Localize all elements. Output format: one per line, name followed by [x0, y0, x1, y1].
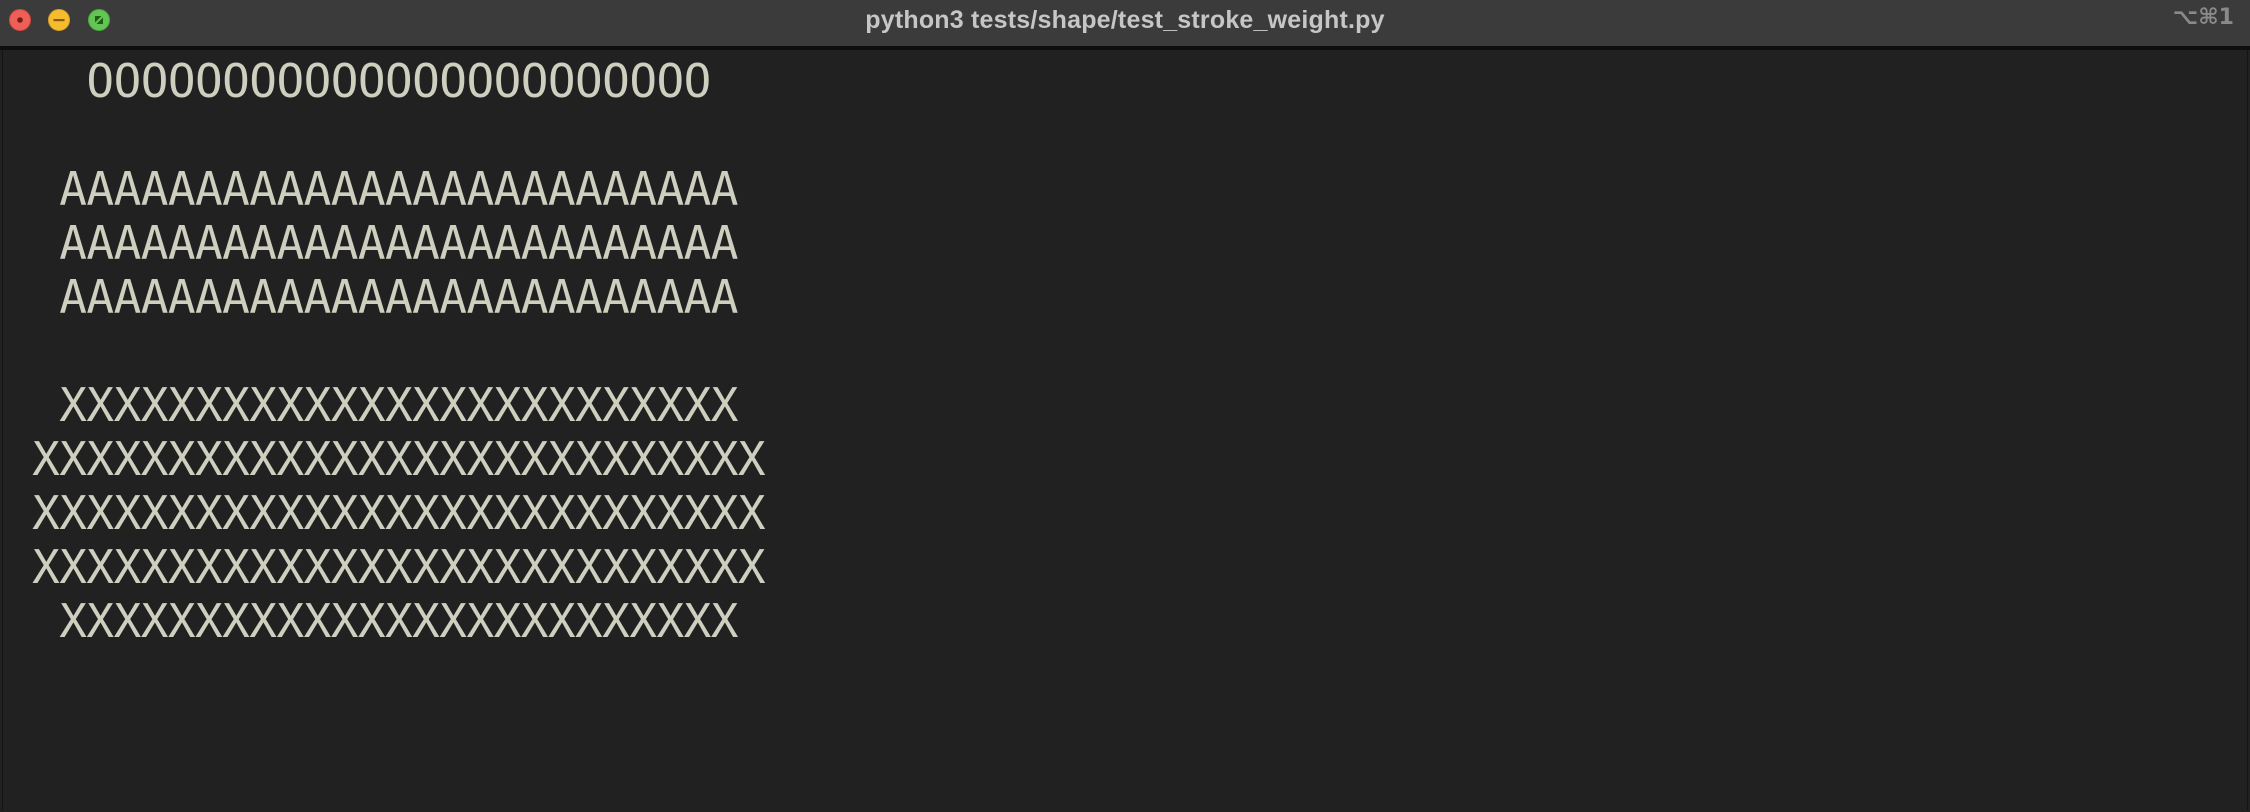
- terminal-line: XXXXXXXXXXXXXXXXXXXXXXXXXXX: [5, 432, 766, 486]
- terminal-line: XXXXXXXXXXXXXXXXXXXXXXXXX: [5, 594, 738, 648]
- window-title: python3 tests/shape/test_stroke_weight.p…: [865, 6, 1385, 34]
- terminal-line: XXXXXXXXXXXXXXXXXXXXXXXXX: [5, 378, 738, 432]
- window-shortcut: ⌥⌘1: [2172, 5, 2234, 30]
- title-bar[interactable]: python3 tests/shape/test_stroke_weight.p…: [0, 0, 2250, 50]
- terminal-line: XXXXXXXXXXXXXXXXXXXXXXXXXXX: [5, 486, 766, 540]
- terminal-line: AAAAAAAAAAAAAAAAAAAAAAAAA: [5, 162, 738, 216]
- terminal-line: AAAAAAAAAAAAAAAAAAAAAAAAA: [5, 216, 738, 270]
- terminal-line: XXXXXXXXXXXXXXXXXXXXXXXXXXX: [5, 540, 766, 594]
- terminal-line: OOOOOOOOOOOOOOOOOOOOOOO: [5, 54, 711, 108]
- terminal-window: python3 tests/shape/test_stroke_weight.p…: [0, 0, 2250, 812]
- terminal-output[interactable]: OOOOOOOOOOOOOOOOOOOOOOO AAAAAAAAAAAAAAAA…: [2, 50, 2248, 810]
- terminal-line: AAAAAAAAAAAAAAAAAAAAAAAAA: [5, 270, 738, 324]
